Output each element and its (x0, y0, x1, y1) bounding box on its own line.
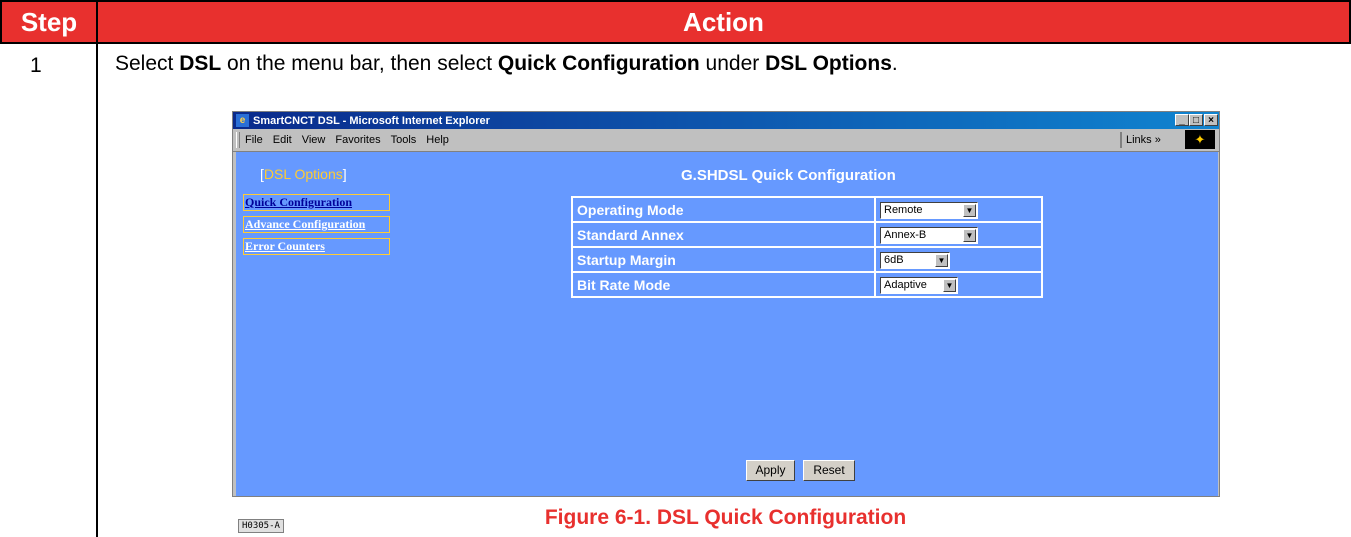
nav-advance-configuration[interactable]: Advance Configuration (243, 216, 390, 233)
nav-error-counters[interactable]: Error Counters (243, 238, 390, 255)
column-divider (96, 44, 98, 537)
config-table: Operating Mode Remote ▼ Standard Annex An… (571, 196, 1043, 298)
operating-mode-label: Operating Mode (572, 197, 875, 222)
table-row: Bit Rate Mode Adaptive ▼ (572, 272, 1042, 297)
menu-bar: File Edit View Favorites Tools Help Link… (233, 129, 1219, 152)
table-row: Startup Margin 6dB ▼ (572, 247, 1042, 272)
minimize-button[interactable]: _ (1175, 114, 1189, 126)
nav-quick-configuration[interactable]: Quick Configuration (243, 194, 390, 211)
step-number: 1 (30, 54, 42, 77)
standard-annex-label: Standard Annex (572, 222, 875, 247)
apply-button[interactable]: Apply (746, 460, 795, 481)
startup-margin-select[interactable]: 6dB ▼ (880, 251, 950, 269)
header-step: Step (0, 0, 98, 44)
links-toolbar[interactable]: Links » (1120, 132, 1161, 148)
page-content: [DSL Options] G.SHDSL Quick Configuratio… (236, 152, 1218, 533)
menu-help[interactable]: Help (426, 134, 449, 146)
sidebar-heading: [DSL Options] (260, 166, 347, 182)
menu-tools[interactable]: Tools (391, 134, 417, 146)
table-row: Standard Annex Annex-B ▼ (572, 222, 1042, 247)
menu-file[interactable]: File (245, 134, 263, 146)
window-title: SmartCNCT DSL - Microsoft Internet Explo… (253, 114, 490, 127)
operating-mode-select[interactable]: Remote ▼ (880, 201, 978, 219)
menu-favorites[interactable]: Favorites (335, 134, 380, 146)
menu-view[interactable]: View (302, 134, 326, 146)
standard-annex-select[interactable]: Annex-B ▼ (880, 226, 978, 244)
figure-caption: Figure 6-1. DSL Quick Configuration (544, 506, 907, 529)
page-title: G.SHDSL Quick Configuration (681, 167, 896, 184)
instruction-text: Select DSL on the menu bar, then select … (115, 52, 898, 75)
close-button[interactable]: × (1204, 114, 1218, 126)
table-row: Operating Mode Remote ▼ (572, 197, 1042, 222)
chevron-down-icon: ▼ (963, 228, 976, 242)
ie-icon: e (236, 114, 249, 127)
startup-margin-label: Startup Margin (572, 247, 875, 272)
header-action: Action (96, 0, 1351, 44)
browser-window: e SmartCNCT DSL - Microsoft Internet Exp… (232, 111, 1220, 533)
bit-rate-mode-label: Bit Rate Mode (572, 272, 875, 297)
bit-rate-mode-select[interactable]: Adaptive ▼ (880, 276, 958, 294)
chevron-down-icon: ▼ (935, 253, 948, 267)
reset-button[interactable]: Reset (803, 460, 855, 481)
chevron-down-icon: ▼ (943, 278, 956, 292)
title-bar: e SmartCNCT DSL - Microsoft Internet Exp… (233, 112, 1219, 129)
chevron-down-icon: ▼ (963, 203, 976, 217)
windows-logo-icon: ✦ (1185, 130, 1215, 149)
maximize-button[interactable]: □ (1189, 114, 1203, 126)
toolbar-grip (236, 132, 240, 148)
menu-edit[interactable]: Edit (273, 134, 292, 146)
